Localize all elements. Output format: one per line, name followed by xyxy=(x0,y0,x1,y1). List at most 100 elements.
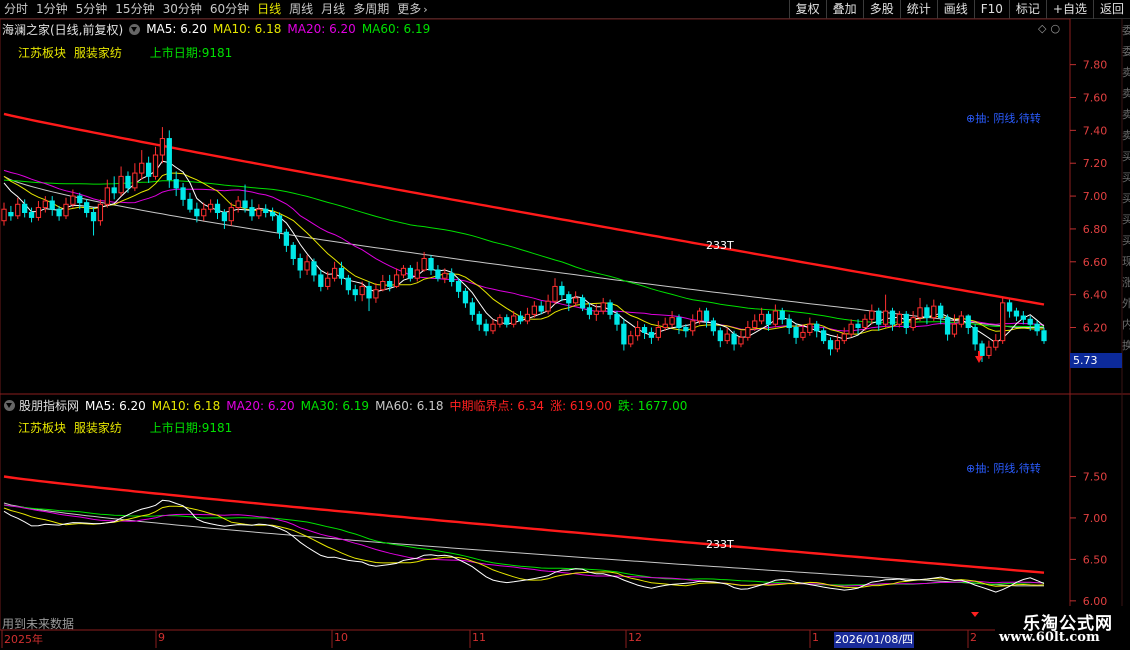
candle-body-104 xyxy=(717,330,723,342)
candle-body-23 xyxy=(159,138,166,156)
date-label-0: 2025年 xyxy=(4,633,43,646)
candle-body-102 xyxy=(703,310,710,322)
candle-body-108 xyxy=(745,327,751,338)
circle-icon[interactable]: ○ xyxy=(1050,22,1064,35)
candle-body-71 xyxy=(490,323,496,332)
candle-body-20 xyxy=(139,162,145,174)
lower-settings-icon[interactable] xyxy=(4,399,15,411)
lower-ma30-line xyxy=(3,504,1044,586)
candle-body-117 xyxy=(807,323,813,333)
lower-y-tick-label-2: 6.50 xyxy=(1083,553,1108,566)
candle-body-31 xyxy=(214,203,221,214)
diamond-icon[interactable]: ◇ xyxy=(1038,22,1050,35)
candle-body-30 xyxy=(207,203,214,210)
upper-sector: 江苏板块 xyxy=(18,46,67,60)
lower-indicator-title: 股朋指标网 xyxy=(19,398,80,413)
candle-body-24 xyxy=(166,138,172,181)
candle-body-43 xyxy=(297,258,303,271)
lower-ma-legend: MA5: 6.20 MA10: 6.18 MA20: 6.20 MA30: 6.19 M… xyxy=(85,397,693,414)
candle-body-81 xyxy=(559,285,565,296)
candle-body-45 xyxy=(311,261,317,276)
candle-body-90 xyxy=(621,323,627,345)
candle-body-9 xyxy=(63,203,69,217)
candle-body-82 xyxy=(566,294,572,304)
strip-label-4: 卖 xyxy=(1122,108,1130,121)
candle-body-4 xyxy=(28,212,35,218)
upper-listing-date: 上市日期:9181 xyxy=(149,46,233,60)
candle-body-17 xyxy=(118,175,124,194)
candle-body-126 xyxy=(869,310,875,320)
lower-legend-item-2: MA20: 6.20 xyxy=(226,398,295,413)
lower-legend-item-6: 涨: 619.00 xyxy=(550,398,612,413)
site-logo: 乐淘公式网 www.60lt.com xyxy=(995,606,1130,650)
candle-body-59 xyxy=(407,267,413,279)
candle-body-80 xyxy=(552,285,558,302)
candle-body-76 xyxy=(524,313,531,322)
candle-body-150 xyxy=(1034,323,1040,332)
upper-y-tick-label-1: 7.60 xyxy=(1083,92,1108,105)
candle-body-128 xyxy=(882,310,889,325)
candle-body-37 xyxy=(256,208,262,217)
candle-body-149 xyxy=(1027,318,1033,325)
upper-y-tick-label-8: 6.20 xyxy=(1083,322,1108,335)
candle-body-106 xyxy=(731,333,737,345)
lower-y-tick-label-0: 7.50 xyxy=(1083,470,1108,483)
strip-label-6: 买 xyxy=(1122,150,1130,163)
candle-body-148 xyxy=(1020,315,1026,320)
lower-info-line: 江苏板块 服装家纺 上市日期:9181 xyxy=(18,419,232,436)
candle-body-10 xyxy=(70,195,76,205)
upper-233t-label: 233T xyxy=(706,239,734,252)
candle-body-8 xyxy=(56,208,62,217)
upper-settings-icon[interactable] xyxy=(129,23,141,35)
candle-body-18 xyxy=(125,175,131,189)
lower-listing-date: 上市日期:9181 xyxy=(149,421,233,435)
upper-status-text: ⊕抽: 阴线,待转 xyxy=(966,112,1041,125)
candle-body-68 xyxy=(469,302,475,315)
candle-body-143 xyxy=(986,346,992,356)
candle-body-112 xyxy=(772,310,779,325)
upper-legend-item-3: MA60: 6.19 xyxy=(361,22,431,36)
candle-body-67 xyxy=(462,290,469,304)
candle-body-14 xyxy=(97,203,104,222)
candle-body-144 xyxy=(993,340,999,348)
candle-body-87 xyxy=(600,302,606,312)
strip-label-10: 买 xyxy=(1122,234,1130,247)
candle-body-65 xyxy=(449,272,455,282)
lower-ma10-line xyxy=(3,505,1045,589)
candle-body-88 xyxy=(607,302,613,315)
strip-label-8: 买 xyxy=(1122,192,1130,205)
upper-legend-item-1: MA10: 6.18 xyxy=(212,22,282,36)
upper-y-tick-label-7: 6.40 xyxy=(1083,289,1108,302)
strip-label-13: 外 xyxy=(1122,297,1130,310)
candle-body-110 xyxy=(758,313,765,322)
candle-body-147 xyxy=(1013,310,1020,317)
candle-body-84 xyxy=(579,297,586,309)
candle-body-101 xyxy=(696,310,703,322)
candle-body-77 xyxy=(531,305,537,315)
candle-body-2 xyxy=(15,203,21,217)
upper-long-average-line xyxy=(3,175,1044,328)
upper-y-tick-label-0: 7.80 xyxy=(1083,59,1108,72)
candle-body-53 xyxy=(366,285,372,299)
candle-body-98 xyxy=(676,317,682,328)
candle-body-109 xyxy=(752,320,758,328)
upper-y-tick-label-2: 7.40 xyxy=(1083,124,1108,137)
candle-body-50 xyxy=(345,277,352,291)
candle-body-115 xyxy=(793,327,799,338)
candle-body-60 xyxy=(414,269,420,279)
candle-body-140 xyxy=(965,315,971,328)
strip-label-15: 换 xyxy=(1122,339,1130,352)
upper-industry: 服装家纺 xyxy=(73,46,122,60)
kline-chart[interactable]: 7.807.607.407.207.006.806.606.406.206.00… xyxy=(0,0,1130,650)
candle-body-146 xyxy=(1006,302,1013,312)
candle-body-119 xyxy=(820,330,827,342)
upper-ma10-line xyxy=(3,172,1045,335)
candle-body-132 xyxy=(910,317,916,328)
upper-y-tick-label-3: 7.20 xyxy=(1083,157,1108,170)
candle-body-145 xyxy=(1000,302,1006,342)
strip-label-5: 卖 xyxy=(1122,129,1130,142)
candle-body-134 xyxy=(924,307,930,319)
candle-body-100 xyxy=(690,320,696,332)
candle-body-35 xyxy=(242,200,248,209)
upper-y-tick-label-5: 6.80 xyxy=(1083,223,1108,236)
